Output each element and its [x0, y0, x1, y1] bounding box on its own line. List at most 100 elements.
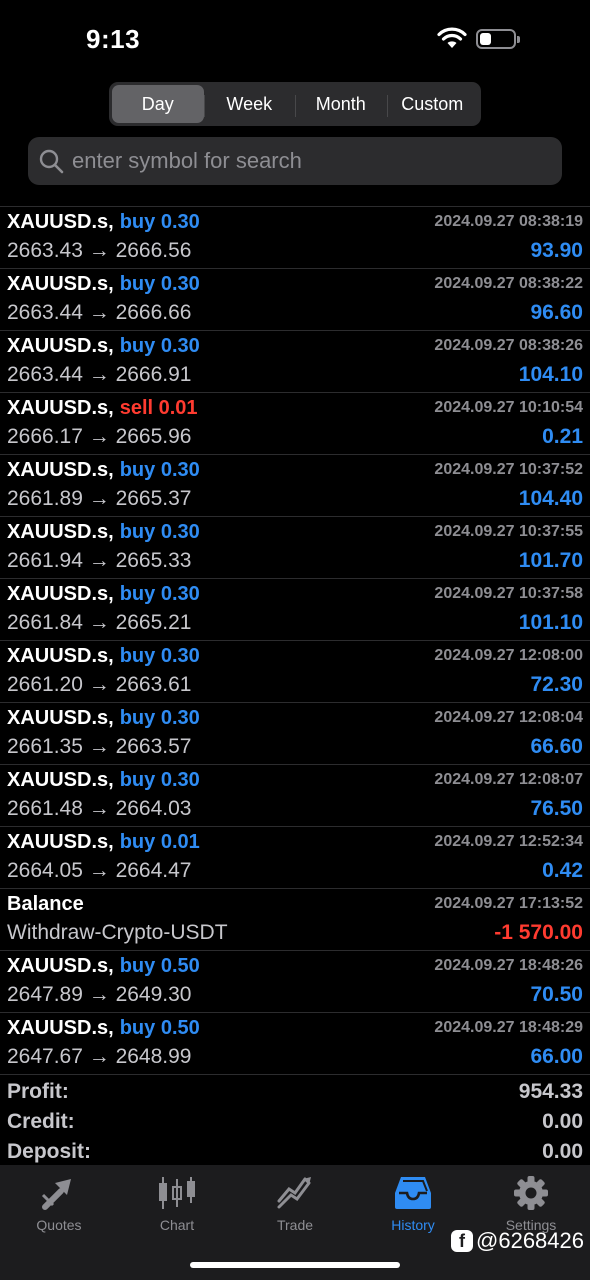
deal-time: 2024.09.27 08:38:22 [434, 275, 583, 292]
deal-symbol: XAUUSD.s, buy 0.30 [7, 521, 200, 544]
deal-row[interactable]: XAUUSD.s, buy 0.30 2024.09.27 08:38:19 2663… [0, 207, 590, 269]
gear-icon [514, 1176, 548, 1210]
deal-row[interactable]: XAUUSD.s, buy 0.01 2024.09.27 12:52:34 2664… [0, 827, 590, 889]
deal-profit: 96.60 [530, 301, 583, 324]
deal-prices: 2666.17 → 2665.96 [7, 425, 192, 448]
tab-week-label: Week [226, 93, 273, 114]
deal-profit: 72.30 [530, 673, 583, 696]
battery-icon [476, 29, 520, 49]
tab-chart-label: Chart [159, 1217, 195, 1233]
watermark: f @6268426 [451, 1228, 584, 1254]
facebook-icon: f [451, 1230, 474, 1252]
deal-row[interactable]: XAUUSD.s, buy 0.30 2024.09.27 10:37:52 2661… [0, 455, 590, 517]
deal-symbol-text: XAUUSD.s, [7, 583, 114, 605]
deal-side: buy 0.30 [119, 645, 200, 667]
deal-side: buy 0.01 [119, 831, 200, 853]
tab-month-label: Month [315, 93, 366, 114]
tab-quotes[interactable]: Quotes [0, 1175, 118, 1245]
deal-side: buy 0.30 [119, 521, 200, 543]
deal-side: buy 0.30 [119, 707, 200, 729]
deal-time: 2024.09.27 12:08:00 [434, 647, 583, 664]
deal-symbol: XAUUSD.s, buy 0.50 [7, 1017, 200, 1040]
deal-profit: 101.10 [518, 611, 583, 634]
deal-symbol-text: XAUUSD.s, [7, 707, 114, 729]
deal-time: 2024.09.27 17:13:52 [434, 895, 583, 912]
deal-profit: 66.00 [530, 1045, 583, 1068]
deal-symbol-text: XAUUSD.s, [7, 459, 114, 481]
deal-side: sell 0.01 [119, 397, 198, 419]
deal-symbol-text: XAUUSD.s, [7, 397, 114, 419]
chart-candles-icon [159, 1177, 195, 1209]
deal-symbol-text: XAUUSD.s, [7, 1017, 114, 1039]
profit-label: Profit: [7, 1080, 69, 1103]
tab-month[interactable]: Month [295, 85, 387, 123]
trade-icon [277, 1177, 311, 1209]
deal-row[interactable]: XAUUSD.s, buy 0.30 2024.09.27 12:08:07 2661… [0, 765, 590, 827]
deal-symbol: XAUUSD.s, buy 0.50 [7, 955, 200, 978]
deal-side: buy 0.50 [119, 1017, 200, 1039]
deal-symbol: XAUUSD.s, buy 0.30 [7, 645, 200, 668]
deal-prices: 2661.94 → 2665.33 [7, 549, 192, 572]
tab-day-label: Day [141, 93, 174, 114]
deal-row[interactable]: XAUUSD.s, buy 0.30 2024.09.27 12:08:04 2661… [0, 703, 590, 765]
deal-row[interactable]: XAUUSD.s, buy 0.30 2024.09.27 08:38:22 2663… [0, 269, 590, 331]
deal-profit: 104.10 [518, 363, 583, 386]
profit-value: 954.33 [518, 1080, 583, 1103]
deal-symbol-text: Balance [7, 893, 84, 915]
deal-symbol: XAUUSD.s, buy 0.30 [7, 335, 200, 358]
deal-symbol-text: XAUUSD.s, [7, 955, 114, 977]
deal-symbol-text: XAUUSD.s, [7, 769, 114, 791]
tab-custom[interactable]: Custom [386, 85, 479, 123]
deal-profit: 93.90 [530, 239, 583, 262]
deal-symbol-text: XAUUSD.s, [7, 211, 114, 233]
search-input[interactable] [72, 148, 542, 174]
home-indicator[interactable] [190, 1262, 400, 1268]
deal-row[interactable]: XAUUSD.s, buy 0.30 2024.09.27 12:08:00 2661… [0, 641, 590, 703]
deal-symbol: Balance [7, 893, 90, 916]
period-segmented-control: Day Week Month Custom [109, 82, 481, 126]
deal-time: 2024.09.27 10:37:58 [434, 585, 583, 602]
tab-trade-label: Trade [276, 1217, 314, 1233]
deal-symbol-text: XAUUSD.s, [7, 645, 114, 667]
deal-row[interactable]: XAUUSD.s, sell 0.01 2024.09.27 10:10:54 266… [0, 393, 590, 455]
deal-symbol-text: XAUUSD.s, [7, 273, 114, 295]
deal-prices: 2663.44 → 2666.91 [7, 363, 192, 386]
deal-row[interactable]: Balance 2024.09.27 17:13:52 Withdraw-Crypt… [0, 889, 590, 951]
deal-row[interactable]: XAUUSD.s, buy 0.50 2024.09.27 18:48:29 2647… [0, 1013, 590, 1075]
deal-side: buy 0.30 [119, 583, 200, 605]
deal-symbol: XAUUSD.s, buy 0.30 [7, 273, 200, 296]
deal-time: 2024.09.27 10:37:52 [434, 461, 583, 478]
deal-prices: 2661.35 → 2663.57 [7, 735, 192, 758]
deal-prices: Withdraw-Crypto-USDT [7, 921, 228, 944]
deal-prices: 2647.67 → 2648.99 [7, 1045, 192, 1068]
status-time: 9:13 [86, 24, 141, 54]
deal-time: 2024.09.27 12:08:07 [434, 771, 583, 788]
deal-side: buy 0.30 [119, 769, 200, 791]
deal-side: buy 0.30 [119, 273, 200, 295]
deal-row[interactable]: XAUUSD.s, buy 0.50 2024.09.27 18:48:26 2647… [0, 951, 590, 1013]
tab-week[interactable]: Week [203, 85, 296, 123]
history-icon [395, 1177, 431, 1209]
deal-side: buy 0.30 [119, 335, 200, 357]
deal-prices: 2647.89 → 2649.30 [7, 983, 192, 1006]
search-bar[interactable] [28, 137, 562, 185]
tab-custom-label: Custom [401, 93, 464, 114]
deal-symbol: XAUUSD.s, sell 0.01 [7, 397, 198, 420]
deal-time: 2024.09.27 18:48:26 [434, 957, 583, 974]
tab-chart[interactable]: Chart [118, 1175, 236, 1245]
deposit-value: 0.00 [542, 1140, 583, 1163]
deal-row[interactable]: XAUUSD.s, buy 0.30 2024.09.27 10:37:58 2661… [0, 579, 590, 641]
deal-row[interactable]: XAUUSD.s, buy 0.30 2024.09.27 10:37:55 2661… [0, 517, 590, 579]
deal-side: buy 0.30 [119, 211, 200, 233]
tab-trade[interactable]: Trade [236, 1175, 354, 1245]
credit-label: Credit: [7, 1110, 75, 1133]
summary: Profit: 954.33 Credit: 0.00 Deposit: 0.0… [0, 1078, 590, 1168]
status-bar: 9:13 [0, 0, 590, 80]
deal-symbol: XAUUSD.s, buy 0.01 [7, 831, 200, 854]
deal-profit: 101.70 [518, 549, 583, 572]
deal-time: 2024.09.27 10:10:54 [434, 399, 583, 416]
deal-prices: 2664.05 → 2664.47 [7, 859, 192, 882]
deal-row[interactable]: XAUUSD.s, buy 0.30 2024.09.27 08:38:26 2663… [0, 331, 590, 393]
tab-day[interactable]: Day [112, 85, 204, 123]
deal-time: 2024.09.27 12:52:34 [434, 833, 583, 850]
